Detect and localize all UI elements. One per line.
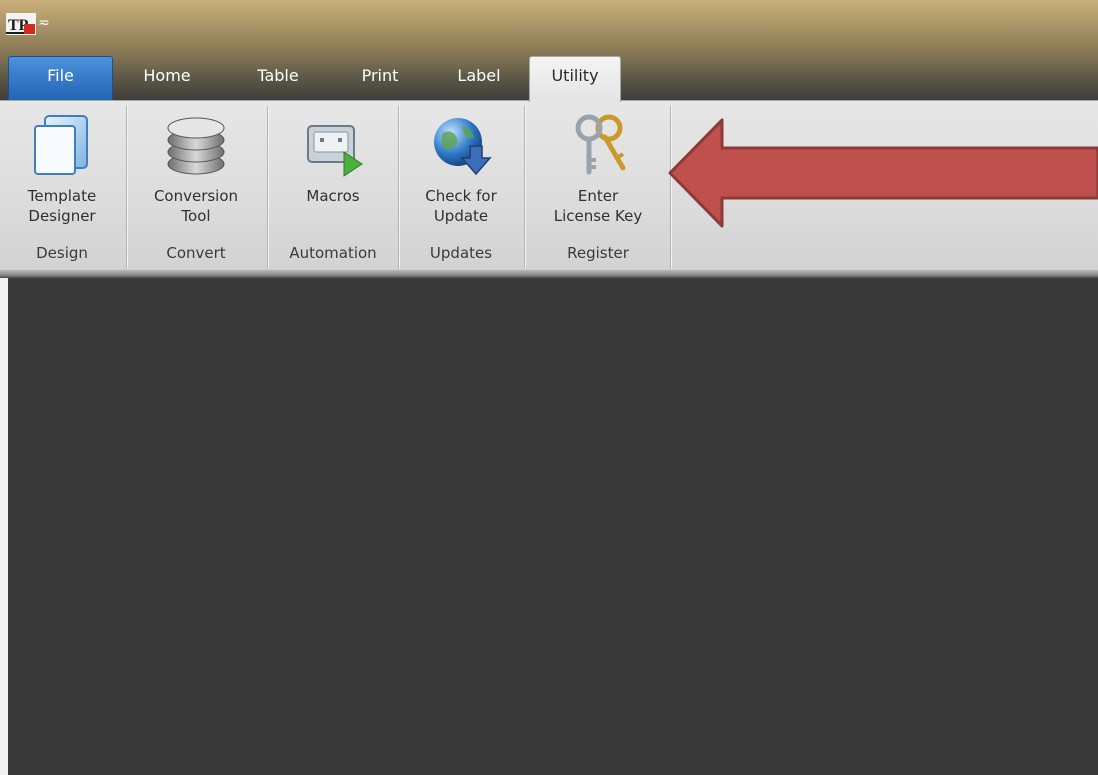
callout-arrow-icon xyxy=(668,118,1098,228)
enter-license-key-button[interactable]: Enter License Key xyxy=(527,104,669,236)
app-logo-icon[interactable]: TP xyxy=(6,13,36,35)
group-label-design: Design xyxy=(36,244,88,262)
template-designer-button[interactable]: Template Designer xyxy=(6,104,118,236)
macros-button[interactable]: Macros xyxy=(270,104,396,236)
conversion-tool-label: Conversion Tool xyxy=(153,187,239,225)
template-designer-icon xyxy=(34,115,88,175)
tab-file[interactable]: File xyxy=(8,56,113,100)
tab-home[interactable]: Home xyxy=(132,62,202,100)
check-for-update-button[interactable]: Check for Update xyxy=(400,104,522,236)
quick-access-dropdown-icon[interactable]: ≂ xyxy=(38,16,52,30)
group-label-convert: Convert xyxy=(166,244,226,262)
macro-play-icon xyxy=(307,125,363,177)
template-designer-label: Template Designer xyxy=(27,187,97,225)
group-divider xyxy=(267,106,268,268)
tab-print[interactable]: Print xyxy=(350,62,410,100)
group-divider xyxy=(398,106,399,268)
tab-utility[interactable]: Utility xyxy=(529,56,621,102)
group-label-automation: Automation xyxy=(289,244,377,262)
keys-icon xyxy=(575,114,626,175)
group-label-updates: Updates xyxy=(429,244,493,262)
ribbon-bottom-edge xyxy=(0,270,1098,278)
group-divider xyxy=(126,106,127,268)
enter-license-key-label: Enter License Key xyxy=(553,187,643,225)
database-icon xyxy=(167,117,225,175)
check-for-update-label: Check for Update xyxy=(425,187,497,225)
group-label-register: Register xyxy=(567,244,629,262)
workspace-area xyxy=(8,278,1098,775)
group-divider xyxy=(524,106,525,268)
macros-label: Macros xyxy=(306,187,360,205)
title-bar: TP ≂ xyxy=(0,0,1098,50)
window-left-edge xyxy=(0,278,8,775)
tab-table[interactable]: Table xyxy=(248,62,308,100)
globe-download-icon xyxy=(434,118,492,176)
conversion-tool-button[interactable]: Conversion Tool xyxy=(128,104,264,236)
tab-label[interactable]: Label xyxy=(444,62,514,100)
